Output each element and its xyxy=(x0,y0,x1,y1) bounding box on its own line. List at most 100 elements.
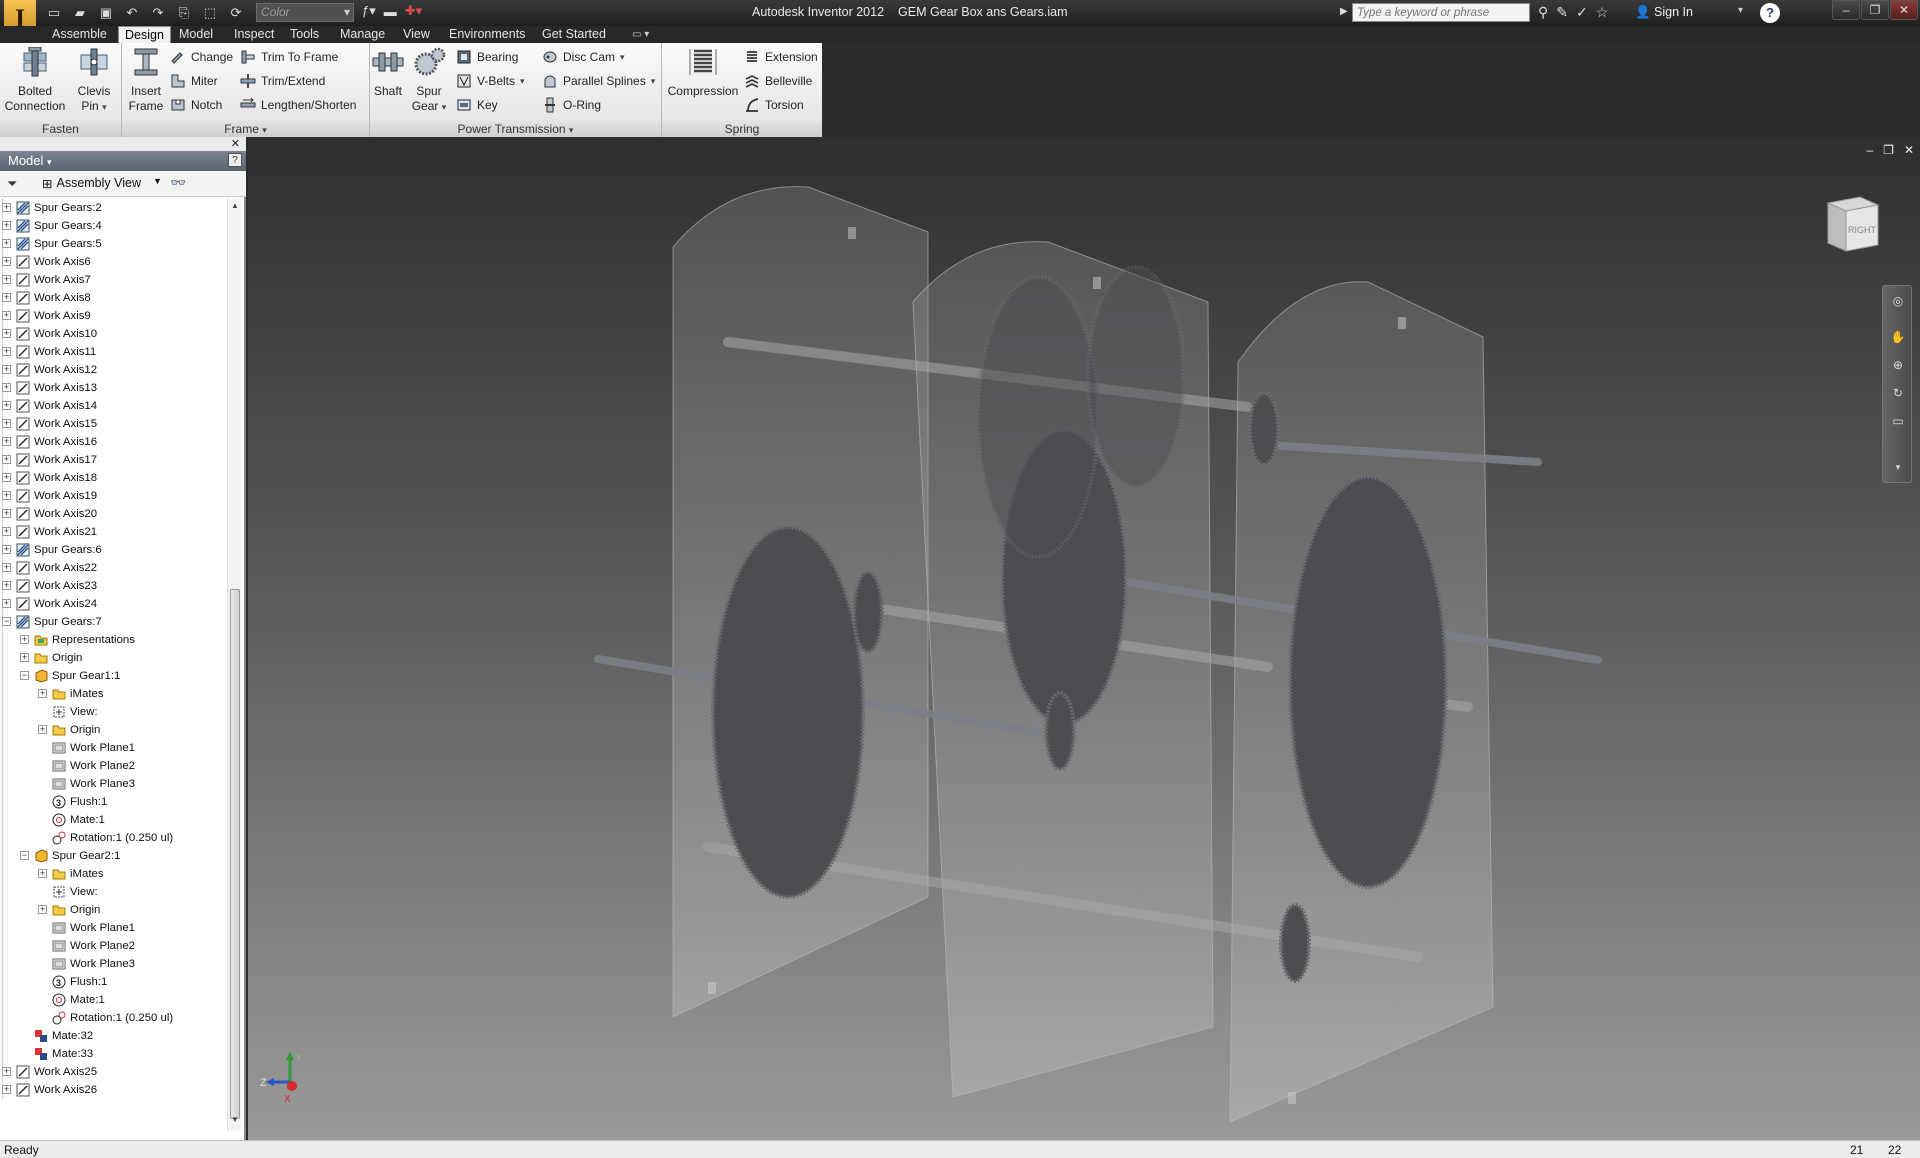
expand-icon[interactable]: + xyxy=(2,581,11,590)
sign-in-button[interactable]: 👤 Sign In xyxy=(1635,5,1693,20)
disc-cam-button[interactable]: Disc Cam ▾ xyxy=(542,47,625,67)
update-icon[interactable]: ⟳ xyxy=(226,4,246,22)
tab-tools[interactable]: Tools xyxy=(284,26,325,43)
expand-icon[interactable]: + xyxy=(2,203,11,212)
expand-icon[interactable]: + xyxy=(2,347,11,356)
collapse-icon[interactable]: − xyxy=(20,671,29,680)
new-file-icon[interactable]: ▭ xyxy=(44,4,64,22)
expand-icon[interactable]: + xyxy=(2,1067,11,1076)
undo-icon[interactable]: ↶ xyxy=(122,4,142,22)
tree-item[interactable]: + Work Axis17 xyxy=(0,451,227,469)
tree-item[interactable]: + iMates xyxy=(0,865,227,883)
tree-item[interactable]: Rotation:1 (0.250 ul) xyxy=(0,829,227,847)
tree-item[interactable]: Work Plane2 xyxy=(0,937,227,955)
trim-to-frame-button[interactable]: Trim To Frame xyxy=(240,47,338,67)
scrollbar-thumb[interactable] xyxy=(230,589,240,1119)
formula-icon[interactable]: ƒ▾ xyxy=(362,3,376,19)
help-icon[interactable]: ? xyxy=(1760,3,1780,23)
tree-item[interactable]: 3 Flush:1 xyxy=(0,793,227,811)
tree-item[interactable]: + Work Axis16 xyxy=(0,433,227,451)
expand-icon[interactable]: + xyxy=(2,527,11,536)
close-button[interactable]: ✕ xyxy=(1890,0,1918,20)
tree-item[interactable]: + Work Axis6 xyxy=(0,253,227,271)
minimize-button[interactable]: – xyxy=(1832,0,1860,20)
tree-item[interactable]: + Spur Gears:2 xyxy=(0,199,227,217)
viewcube[interactable]: RIGHT xyxy=(1820,189,1884,255)
expand-icon[interactable]: + xyxy=(2,239,11,248)
bearing-button[interactable]: Bearing xyxy=(456,47,518,67)
tree-item[interactable]: Mate:1 xyxy=(0,811,227,829)
tree-item[interactable]: − Spur Gear1:1 xyxy=(0,667,227,685)
expand-icon[interactable]: + xyxy=(2,509,11,518)
measure-icon[interactable]: ▬ xyxy=(384,4,397,19)
search-expand-icon[interactable]: ▶ xyxy=(1340,6,1348,17)
tree-item[interactable]: + Work Axis26 xyxy=(0,1081,227,1099)
navbar-customize-icon[interactable]: ▾ xyxy=(1889,462,1907,478)
change-button[interactable]: Change xyxy=(170,47,233,67)
return-icon[interactable]: ⎘ xyxy=(174,4,194,22)
tree-item[interactable]: View: xyxy=(0,703,227,721)
lengthen-shorten-button[interactable]: Lengthen/Shorten xyxy=(240,95,356,115)
tree-item[interactable]: + Work Axis19 xyxy=(0,487,227,505)
shaft-button[interactable]: Shaft xyxy=(370,47,406,99)
close-icon[interactable]: ✕ xyxy=(231,137,240,150)
tree-item[interactable]: + Work Axis12 xyxy=(0,361,227,379)
color-override-combo[interactable]: Color xyxy=(256,3,354,22)
tree-item[interactable]: + Spur Gears:4 xyxy=(0,217,227,235)
expand-icon[interactable]: + xyxy=(2,275,11,284)
expand-icon[interactable]: + xyxy=(38,905,47,914)
expand-icon[interactable]: + xyxy=(2,401,11,410)
tree-item[interactable]: Work Plane3 xyxy=(0,775,227,793)
expand-icon[interactable]: + xyxy=(20,653,29,662)
browser-scrollbar[interactable]: ▲ ▼ xyxy=(227,199,241,1131)
expand-icon[interactable]: + xyxy=(2,1085,11,1094)
panel-title-power-transmission[interactable]: Power Transmission ▾ xyxy=(370,121,661,137)
orbit-icon[interactable]: ↻ xyxy=(1889,386,1907,402)
ribbon-minimize-icon[interactable]: ▭ ▾ xyxy=(632,29,649,40)
tree-item[interactable]: Work Plane1 xyxy=(0,739,227,757)
tree-item[interactable]: + Work Axis25 xyxy=(0,1063,227,1081)
tree-item[interactable]: + Work Axis10 xyxy=(0,325,227,343)
torsion-spring-button[interactable]: Torsion xyxy=(744,95,804,115)
viewport-minimize-icon[interactable]: – xyxy=(1866,143,1873,157)
tree-item[interactable]: + Work Axis20 xyxy=(0,505,227,523)
tree-item[interactable]: 3 Flush:1 xyxy=(0,973,227,991)
scroll-up-icon[interactable]: ▲ xyxy=(230,201,240,213)
tree-item[interactable]: + Work Axis23 xyxy=(0,577,227,595)
tree-item[interactable]: Work Plane2 xyxy=(0,757,227,775)
tree-item[interactable]: + Work Axis11 xyxy=(0,343,227,361)
binoculars-icon[interactable]: ⚲ xyxy=(1538,4,1548,21)
expand-icon[interactable]: + xyxy=(2,419,11,428)
spur-gear-button[interactable]: Spur Gear ▾ xyxy=(408,47,450,115)
tab-get-started[interactable]: Get Started xyxy=(536,26,612,43)
tree-item[interactable]: + Spur Gears:5 xyxy=(0,235,227,253)
tree-item[interactable]: Work Plane1 xyxy=(0,919,227,937)
tree-item[interactable]: Work Plane3 xyxy=(0,955,227,973)
browser-help-icon[interactable]: ? xyxy=(228,153,242,167)
collapse-icon[interactable]: − xyxy=(2,617,11,626)
tree-item[interactable]: + Work Axis14 xyxy=(0,397,227,415)
key-button[interactable]: Key xyxy=(456,95,498,115)
favorites-star-icon[interactable]: ☆ xyxy=(1596,4,1609,21)
miter-button[interactable]: Miter xyxy=(170,71,218,91)
expand-icon[interactable]: + xyxy=(2,257,11,266)
zoom-icon[interactable]: ⊕ xyxy=(1889,358,1907,374)
expand-icon[interactable]: + xyxy=(38,689,47,698)
help-search-input[interactable] xyxy=(1352,3,1530,22)
tree-item[interactable]: + Work Axis15 xyxy=(0,415,227,433)
tab-model[interactable]: Model xyxy=(173,26,219,43)
tree-item[interactable]: + Origin xyxy=(0,649,227,667)
clevis-pin-button[interactable]: Clevis Pin ▾ xyxy=(70,47,118,115)
expand-icon[interactable]: + xyxy=(2,221,11,230)
expand-icon[interactable]: + xyxy=(2,545,11,554)
tab-design[interactable]: Design xyxy=(118,26,171,43)
panel-title-frame[interactable]: Frame ▾ xyxy=(122,121,369,137)
tree-item[interactable]: View: xyxy=(0,883,227,901)
viewport-close-icon[interactable]: ✕ xyxy=(1904,143,1914,157)
tree-item[interactable]: + Work Axis24 xyxy=(0,595,227,613)
expand-icon[interactable]: + xyxy=(2,329,11,338)
filter-icon[interactable]: ⏷ xyxy=(7,176,17,192)
expand-icon[interactable]: + xyxy=(2,455,11,464)
tree-item[interactable]: + Representations xyxy=(0,631,227,649)
tree-item[interactable]: − Spur Gears:7 xyxy=(0,613,227,631)
